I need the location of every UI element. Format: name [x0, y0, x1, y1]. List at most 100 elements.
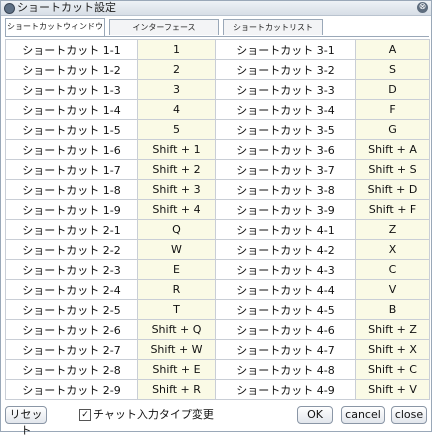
window-icon — [4, 3, 15, 14]
shortcut-key-cell[interactable]: V — [355, 279, 430, 300]
shortcut-key-cell[interactable]: T — [137, 299, 216, 320]
shortcut-key-cell[interactable]: B — [355, 299, 430, 320]
shortcut-key-cell[interactable]: Z — [355, 219, 430, 240]
shortcut-key-cell[interactable]: 1 — [137, 39, 216, 60]
shortcut-name-cell: ショートカット 2-7 — [5, 339, 138, 360]
close-button[interactable]: close — [391, 406, 427, 424]
table-row: ショートカット 1-9 Shift + 4 ショートカット 3-9 Shift + F — [5, 199, 430, 220]
table-row: ショートカット 2-7 Shift + W ショートカット 4-7 Shift + X — [5, 339, 430, 360]
shortcut-name-cell: ショートカット 2-6 — [5, 319, 138, 340]
table-row: ショートカット 2-6 Shift + Q ショートカット 4-6 Shift + Z — [5, 319, 430, 340]
shortcut-key-cell[interactable]: E — [137, 259, 216, 280]
shortcut-name-cell: ショートカット 1-4 — [5, 99, 138, 120]
shortcut-key-cell[interactable]: Q — [137, 219, 216, 240]
cancel-button[interactable]: cancel — [341, 406, 385, 424]
tab-bar: ショートカットウィンドウ インターフェース ショートカットリスト — [5, 18, 429, 37]
shortcut-key-cell[interactable]: Shift + W — [137, 339, 216, 360]
shortcut-name-cell: ショートカット 4-4 — [215, 279, 356, 300]
shortcut-name-cell: ショートカット 1-9 — [5, 199, 138, 220]
shortcut-key-cell[interactable]: Shift + V — [355, 379, 430, 400]
shortcut-name-cell: ショートカット 4-1 — [215, 219, 356, 240]
shortcut-name-cell: ショートカット 2-4 — [5, 279, 138, 300]
shortcut-name-cell: ショートカット 2-1 — [5, 219, 138, 240]
shortcut-key-cell[interactable]: 5 — [137, 119, 216, 140]
tab-interface[interactable]: インターフェース — [109, 19, 219, 35]
shortcut-key-cell[interactable]: Shift + R — [137, 379, 216, 400]
table-row: ショートカット 2-1 Q ショートカット 4-1 Z — [5, 219, 430, 240]
chat-input-type-checkbox[interactable]: ✓ — [79, 409, 91, 421]
shortcut-name-cell: ショートカット 2-2 — [5, 239, 138, 260]
shortcut-name-cell: ショートカット 1-6 — [5, 139, 138, 160]
shortcut-key-cell[interactable]: F — [355, 99, 430, 120]
shortcut-key-cell[interactable]: Shift + S — [355, 159, 430, 180]
shortcut-key-cell[interactable]: Shift + A — [355, 139, 430, 160]
shortcut-name-cell: ショートカット 3-6 — [215, 139, 356, 160]
table-row: ショートカット 2-8 Shift + E ショートカット 4-8 Shift + C — [5, 359, 430, 380]
shortcut-name-cell: ショートカット 1-1 — [5, 39, 138, 60]
tab-shortcut-list[interactable]: ショートカットリスト — [223, 19, 323, 35]
shortcut-name-cell: ショートカット 3-4 — [215, 99, 356, 120]
shortcut-key-cell[interactable]: S — [355, 59, 430, 80]
shortcut-name-cell: ショートカット 4-2 — [215, 239, 356, 260]
table-row: ショートカット 1-2 2 ショートカット 3-2 S — [5, 59, 430, 80]
table-row: ショートカット 2-3 E ショートカット 4-3 C — [5, 259, 430, 280]
shortcut-key-cell[interactable]: Shift + X — [355, 339, 430, 360]
table-row: ショートカット 2-5 T ショートカット 4-5 B — [5, 299, 430, 320]
shortcut-key-cell[interactable]: R — [137, 279, 216, 300]
shortcut-key-cell[interactable]: Shift + 2 — [137, 159, 216, 180]
shortcut-key-cell[interactable]: Shift + Q — [137, 319, 216, 340]
shortcut-key-cell[interactable]: 3 — [137, 79, 216, 100]
chat-input-type-label: チャット入力タイプ変更 — [93, 408, 214, 421]
shortcut-key-cell[interactable]: W — [137, 239, 216, 260]
reset-button[interactable]: リセット — [5, 406, 47, 437]
shortcut-key-cell[interactable]: 4 — [137, 99, 216, 120]
shortcut-key-cell[interactable]: Shift + D — [355, 179, 430, 200]
shortcut-name-cell: ショートカット 1-3 — [5, 79, 138, 100]
ok-button[interactable]: OK — [297, 406, 333, 424]
shortcut-name-cell: ショートカット 2-5 — [5, 299, 138, 320]
shortcut-name-cell: ショートカット 3-7 — [215, 159, 356, 180]
shortcut-key-cell[interactable]: D — [355, 79, 430, 100]
shortcut-key-cell[interactable]: Shift + 4 — [137, 199, 216, 220]
shortcut-name-cell: ショートカット 4-6 — [215, 319, 356, 340]
table-row: ショートカット 1-1 1 ショートカット 3-1 A — [5, 39, 430, 60]
shortcut-name-cell: ショートカット 1-8 — [5, 179, 138, 200]
shortcut-key-cell[interactable]: 2 — [137, 59, 216, 80]
shortcut-name-cell: ショートカット 3-3 — [215, 79, 356, 100]
shortcut-key-cell[interactable]: Shift + Z — [355, 319, 430, 340]
shortcut-name-cell: ショートカット 4-5 — [215, 299, 356, 320]
shortcut-name-cell: ショートカット 4-3 — [215, 259, 356, 280]
shortcut-name-cell: ショートカット 4-9 — [215, 379, 356, 400]
shortcut-key-cell[interactable]: Shift + 3 — [137, 179, 216, 200]
table-row: ショートカット 2-4 R ショートカット 4-4 V — [5, 279, 430, 300]
shortcut-name-cell: ショートカット 4-8 — [215, 359, 356, 380]
table-row: ショートカット 1-5 5 ショートカット 3-5 G — [5, 119, 430, 140]
table-row: ショートカット 1-8 Shift + 3 ショートカット 3-8 Shift + D — [5, 179, 430, 200]
shortcut-key-cell[interactable]: Shift + E — [137, 359, 216, 380]
shortcut-key-cell[interactable]: X — [355, 239, 430, 260]
shortcut-settings-window: ショートカット設定 ⊗ ショートカットウィンドウ インターフェース ショートカッ… — [0, 0, 432, 437]
shortcut-name-cell: ショートカット 3-8 — [215, 179, 356, 200]
shortcut-name-cell: ショートカット 1-7 — [5, 159, 138, 180]
table-row: ショートカット 2-9 Shift + R ショートカット 4-9 Shift + V — [5, 379, 430, 400]
shortcut-key-cell[interactable]: A — [355, 39, 430, 60]
shortcut-name-cell: ショートカット 2-9 — [5, 379, 138, 400]
table-row: ショートカット 1-6 Shift + 1 ショートカット 3-6 Shift + A — [5, 139, 430, 160]
title-bar[interactable]: ショートカット設定 ⊗ — [1, 1, 431, 16]
shortcut-key-cell[interactable]: Shift + 1 — [137, 139, 216, 160]
shortcut-name-cell: ショートカット 3-5 — [215, 119, 356, 140]
shortcut-name-cell: ショートカット 2-3 — [5, 259, 138, 280]
shortcut-key-cell[interactable]: Shift + C — [355, 359, 430, 380]
shortcut-key-cell[interactable]: G — [355, 119, 430, 140]
table-row: ショートカット 1-7 Shift + 2 ショートカット 3-7 Shift + S — [5, 159, 430, 180]
shortcut-name-cell: ショートカット 1-5 — [5, 119, 138, 140]
shortcut-key-cell[interactable]: Shift + F — [355, 199, 430, 220]
shortcut-name-cell: ショートカット 3-9 — [215, 199, 356, 220]
table-row: ショートカット 1-4 4 ショートカット 3-4 F — [5, 99, 430, 120]
shortcut-name-cell: ショートカット 3-1 — [215, 39, 356, 60]
close-icon[interactable]: ⊗ — [417, 2, 428, 13]
shortcut-key-cell[interactable]: C — [355, 259, 430, 280]
footer-bar: リセット ✓ チャット入力タイプ変更 OK cancel close — [1, 401, 431, 437]
tab-shortcut-window[interactable]: ショートカットウィンドウ — [5, 18, 105, 36]
shortcut-name-cell: ショートカット 4-7 — [215, 339, 356, 360]
